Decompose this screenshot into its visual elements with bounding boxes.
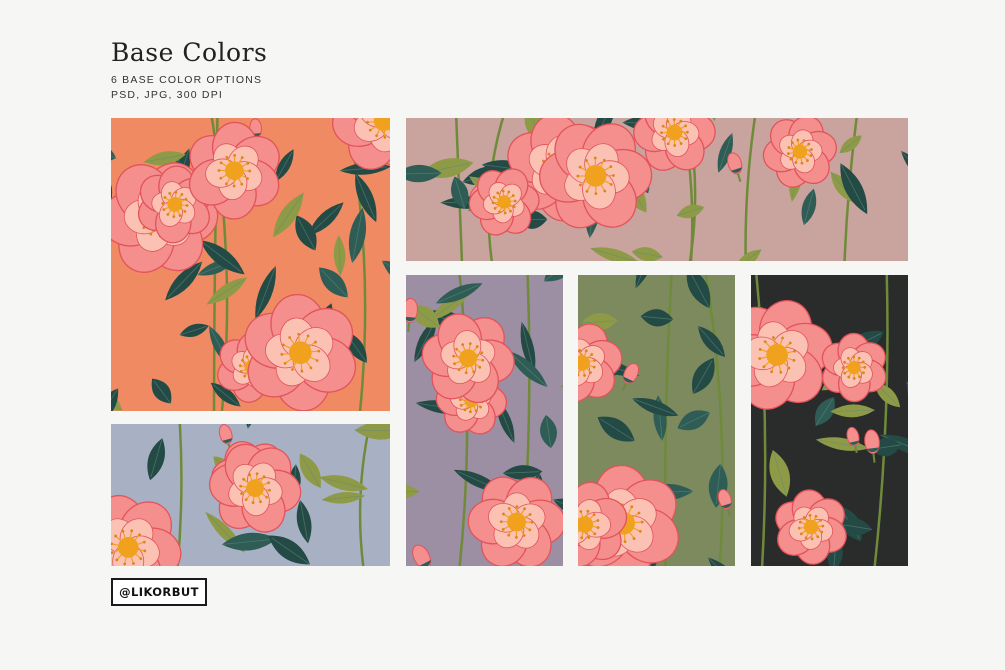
pattern-tile-dusty-pink <box>406 118 908 261</box>
pattern-tile-blue-gray <box>111 424 390 566</box>
subtitle-formats: PSD, JPG, 300 DPI <box>111 89 224 101</box>
subtitle-options: 6 BASE COLOR OPTIONS <box>111 74 263 86</box>
pattern-tile-coral <box>111 118 390 411</box>
author-handle-badge: @LIKORBUT <box>111 578 207 606</box>
page-title: Base Colors <box>111 38 268 67</box>
pattern-tile-olive <box>578 275 735 566</box>
pattern-tile-charcoal <box>751 275 908 566</box>
pattern-tile-lavender-gray <box>406 275 563 566</box>
